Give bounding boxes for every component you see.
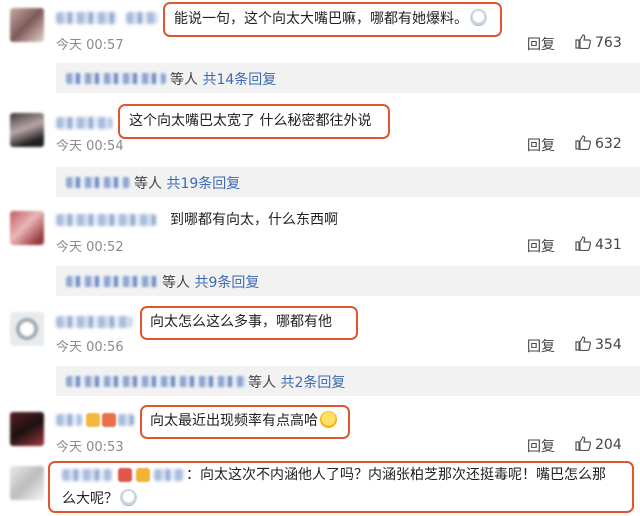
thumbs-up-icon <box>575 436 591 451</box>
comment-item: 向太最近出现频率有点高哈 今天 00:53 回复 204 <box>0 400 640 458</box>
view-replies-link[interactable]: 共14条回复 <box>202 72 276 88</box>
like-button[interactable]: 763 <box>575 34 622 51</box>
username-blurred[interactable] <box>56 12 118 24</box>
reply-names-blurred <box>66 73 166 84</box>
view-replies-link[interactable]: 共2条回复 <box>280 375 345 391</box>
reply-summary-text: 等人 共14条回复 <box>170 69 276 89</box>
comment-text: 向太最近出现频率有点高哈 <box>150 411 337 431</box>
comment-text: 到哪都有向太，什么东西啊 <box>170 210 338 230</box>
reply-names-blurred <box>66 376 246 387</box>
comment-time: 今天 00:57 <box>56 38 124 53</box>
comment-text: ：向太这次不内涵他人了吗？内涵张柏芝那次还挺毒呢！嘴巴怎么那 <box>186 465 606 485</box>
badge-icon <box>86 413 100 427</box>
comment-text: 能说一句，这个向太大嘴巴嘛，哪都有她爆料。 <box>174 9 487 29</box>
reply-names-blurred <box>66 177 130 188</box>
comment-text: 向太怎么这么多事，哪都有他 <box>150 312 332 332</box>
comment-text-content: 到哪都有向太，什么东西啊 <box>170 212 338 228</box>
reply-summary-suffix: 等人 <box>134 176 162 192</box>
badge-icon <box>136 468 150 482</box>
comment-text-content: ：向太这次不内涵他人了吗？内涵张柏芝那次还挺毒呢！嘴巴怎么那 <box>186 467 606 483</box>
like-button[interactable]: 431 <box>575 236 622 253</box>
comment-time: 今天 00:56 <box>56 340 124 355</box>
reply-summary-text: 等人 共2条回复 <box>248 372 345 392</box>
username-blurred[interactable] <box>118 414 134 426</box>
thumbs-up-icon <box>575 135 591 150</box>
like-count: 763 <box>595 35 622 51</box>
comment-time: 今天 00:52 <box>56 240 124 255</box>
comment-text-content: 这个向太嘴巴太宽了 什么秘密都往外说 <box>129 113 372 129</box>
comment-text-content: 向太最近出现频率有点高哈 <box>150 413 318 429</box>
avatar[interactable] <box>10 412 44 446</box>
laughing-tears-emoji <box>320 411 337 428</box>
comment-item: 向太怎么这么多事，哪都有他 今天 00:56 回复 354 等人 共2条回复 <box>0 300 640 400</box>
reply-summary-suffix: 等人 <box>170 72 198 88</box>
thumbs-up-icon <box>575 336 591 351</box>
comment-item: 这个向太嘴巴太宽了 什么秘密都往外说 今天 00:54 回复 632 等人 共1… <box>0 96 640 200</box>
like-button[interactable]: 632 <box>575 135 622 152</box>
comment-text-content: 么大呢？ <box>62 491 118 507</box>
comment-item: 到哪都有向太，什么东西啊 今天 00:52 回复 431 等人 共9条回复 <box>0 200 640 300</box>
like-count: 632 <box>595 136 622 152</box>
username-blurred[interactable] <box>126 12 158 24</box>
like-count: 204 <box>595 437 622 453</box>
view-replies-link[interactable]: 共9条回复 <box>194 275 259 291</box>
reply-summary[interactable]: 等人 共19条回复 <box>56 167 640 197</box>
comment-time: 今天 00:53 <box>56 440 124 455</box>
reply-summary[interactable]: 等人 共14条回复 <box>56 63 640 93</box>
comment-text-content: 向太怎么这么多事，哪都有他 <box>150 314 332 330</box>
reply-summary[interactable]: 等人 共2条回复 <box>56 366 640 396</box>
avatar[interactable] <box>10 312 44 346</box>
comment-text-continued: 么大呢？ <box>62 489 137 509</box>
username-blurred[interactable] <box>56 316 132 328</box>
comment-time: 今天 00:54 <box>56 139 124 154</box>
comment-item: ：向太这次不内涵他人了吗？内涵张柏芝那次还挺毒呢！嘴巴怎么那 么大呢？ <box>0 458 640 516</box>
reply-button[interactable]: 回复 <box>527 236 555 256</box>
thumbs-up-icon <box>575 34 591 49</box>
username-blurred[interactable] <box>154 469 184 481</box>
comment-text: 这个向太嘴巴太宽了 什么秘密都往外说 <box>129 111 371 131</box>
reply-summary-text: 等人 共19条回复 <box>134 173 240 193</box>
reply-summary-suffix: 等人 <box>248 375 276 391</box>
username-blurred[interactable] <box>62 469 112 481</box>
reply-button[interactable]: 回复 <box>527 436 555 456</box>
avatar[interactable] <box>10 466 44 500</box>
reply-summary-text: 等人 共9条回复 <box>162 272 259 292</box>
avatar[interactable] <box>10 113 44 147</box>
avatar[interactable] <box>10 211 44 245</box>
like-button[interactable]: 204 <box>575 436 622 453</box>
reply-summary-suffix: 等人 <box>162 275 190 291</box>
badge-icon <box>118 468 132 482</box>
reply-button[interactable]: 回复 <box>527 34 555 54</box>
avatar[interactable] <box>10 8 44 42</box>
reply-names-blurred <box>66 276 160 287</box>
like-count: 431 <box>595 237 622 253</box>
reply-button[interactable]: 回复 <box>527 336 555 356</box>
reply-button[interactable]: 回复 <box>527 135 555 155</box>
reply-summary[interactable]: 等人 共9条回复 <box>56 266 640 296</box>
comment-item: 能说一句，这个向太大嘴巴嘛，哪都有她爆料。 今天 00:57 回复 763 等人… <box>0 0 640 96</box>
username-blurred[interactable] <box>56 214 156 226</box>
username-blurred[interactable] <box>56 414 82 426</box>
view-replies-link[interactable]: 共19条回复 <box>166 176 240 192</box>
white-face-emoji <box>470 9 487 26</box>
like-count: 354 <box>595 337 622 353</box>
username-blurred[interactable] <box>56 117 112 129</box>
badge-icon <box>102 413 116 427</box>
white-face-emoji <box>120 489 137 506</box>
thumbs-up-icon <box>575 236 591 251</box>
comment-text-content: 能说一句，这个向太大嘴巴嘛，哪都有她爆料。 <box>174 11 468 27</box>
like-button[interactable]: 354 <box>575 336 622 353</box>
